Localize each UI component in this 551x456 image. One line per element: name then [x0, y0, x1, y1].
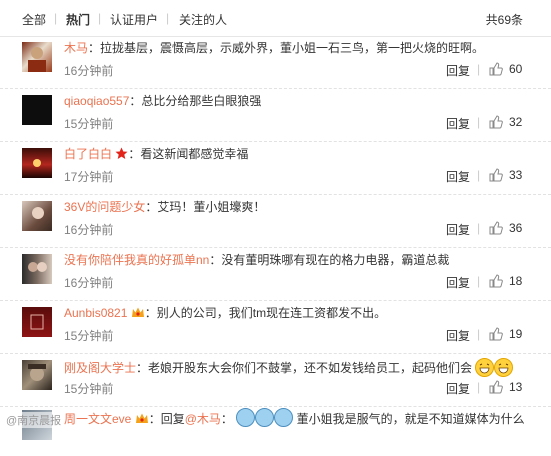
- doraemon-emoji-icon: [274, 408, 294, 427]
- like-count: 18: [509, 274, 523, 288]
- avatar[interactable]: [22, 360, 52, 390]
- vip-crown-icon: [135, 413, 148, 423]
- comment-time: 17分钟前: [64, 170, 114, 184]
- comment-item: 刚及阁大学士：老娘开股东大会你们不鼓掌，还不如发钱给员工，起码他们会 15分钟前…: [0, 354, 551, 407]
- comment-text: 没有董明珠哪有现在的格力电器，霸道总裁: [221, 253, 450, 267]
- comment-time: 16分钟前: [64, 64, 114, 78]
- reply-button[interactable]: 回复: [446, 62, 470, 79]
- watermark: @南京晨报: [6, 412, 62, 428]
- like-count: 13: [509, 380, 523, 394]
- comment-filter-tabs: 全部 | 热门 | 认证用户 | 关注的人 共69条: [0, 0, 551, 37]
- reply-button[interactable]: 回复: [446, 115, 470, 132]
- like-count: 33: [509, 168, 523, 182]
- reply-button[interactable]: 回复: [446, 168, 470, 185]
- comment-text: 看这新闻都感觉幸福: [140, 147, 249, 161]
- reply-prefix: 回复: [160, 412, 185, 426]
- thumbs-up-icon[interactable]: [489, 221, 503, 235]
- comment-text: 董小姐我是服气的，就是不知道媒体为什么: [296, 412, 525, 426]
- comment-username[interactable]: 白了白白: [64, 147, 112, 161]
- thumbs-up-icon[interactable]: [489, 380, 503, 394]
- divider: |: [477, 168, 481, 182]
- tab-separator: |: [98, 11, 102, 25]
- divider: |: [477, 274, 481, 288]
- reply-button[interactable]: 回复: [446, 274, 470, 291]
- comment-text: 别人的公司，我们tm现在连工资都发不出。: [156, 306, 387, 320]
- thumbs-up-icon[interactable]: [489, 115, 503, 129]
- avatar[interactable]: [22, 201, 52, 231]
- comment-item: qiaoqiao557：总比分给那些白眼狼强 15分钟前 回复 | 32: [0, 89, 551, 142]
- laughing-emoji-icon: [494, 358, 514, 377]
- comment-time: 15分钟前: [64, 329, 114, 343]
- comment-text: 总比分给那些白眼狼强: [141, 94, 262, 108]
- comment-username[interactable]: 木马: [64, 41, 88, 55]
- avatar[interactable]: [22, 148, 52, 178]
- comment-username[interactable]: Aunbis0821: [64, 306, 127, 320]
- comment-item: 周一文文eve ：回复@木马： 董小姐我是服气的，就是不知道媒体为什么: [0, 404, 551, 456]
- comment-total-count: 共69条: [485, 13, 523, 27]
- comment-item: 白了白白 ：看这新闻都感觉幸福 17分钟前 回复 | 33: [0, 142, 551, 195]
- avatar[interactable]: [22, 254, 52, 284]
- reply-button[interactable]: 回复: [446, 380, 470, 397]
- comment-time: 15分钟前: [64, 382, 114, 396]
- comment-username[interactable]: 没有你陪伴我真的好孤单nn: [64, 253, 209, 267]
- star-badge-icon: [115, 147, 128, 159]
- comment-item: 36V的问题少女：艾玛！董小姐壕爽！ 16分钟前 回复 | 36: [0, 195, 551, 248]
- comment-username[interactable]: qiaoqiao557: [64, 94, 129, 108]
- tab-verified-users[interactable]: 认证用户: [110, 11, 158, 28]
- comment-time: 16分钟前: [64, 276, 114, 290]
- divider: |: [477, 380, 481, 394]
- tab-separator: |: [54, 11, 58, 25]
- mention-link[interactable]: @木马: [185, 412, 221, 426]
- doraemon-emoji-icon: [255, 408, 275, 427]
- thumbs-up-icon[interactable]: [489, 168, 503, 182]
- comment-item: 木马：拉拢基层，震慑高层，示威外界，董小姐一石三鸟，第一把火烧的旺啊。 16分钟…: [0, 36, 551, 89]
- comment-text: 拉拢基层，震慑高层，示威外界，董小姐一石三鸟，第一把火烧的旺啊。: [100, 41, 485, 55]
- laughing-emoji-icon: [475, 358, 495, 377]
- comment-time: 16分钟前: [64, 223, 114, 237]
- like-count: 32: [509, 115, 523, 129]
- comment-time: 15分钟前: [64, 117, 114, 131]
- tab-separator: |: [166, 11, 170, 25]
- like-count: 36: [509, 221, 523, 235]
- comment-text: 老娘开股东大会你们不鼓掌，还不如发钱给员工，起码他们会: [148, 361, 473, 375]
- divider: |: [477, 62, 481, 76]
- tab-following[interactable]: 关注的人: [179, 11, 227, 28]
- comment-item: Aunbis0821 ：别人的公司，我们tm现在连工资都发不出。 15分钟前 回…: [0, 301, 551, 354]
- reply-button[interactable]: 回复: [446, 327, 470, 344]
- like-count: 60: [509, 62, 523, 76]
- tab-all[interactable]: 全部: [22, 11, 46, 28]
- thumbs-up-icon[interactable]: [489, 274, 503, 288]
- doraemon-emoji-icon: [236, 408, 256, 427]
- avatar[interactable]: [22, 42, 52, 72]
- divider: |: [477, 327, 481, 341]
- like-count: 19: [509, 327, 523, 341]
- comment-username[interactable]: 36V的问题少女: [64, 200, 145, 214]
- divider: |: [477, 221, 481, 235]
- divider: |: [477, 115, 481, 129]
- thumbs-up-icon[interactable]: [489, 327, 503, 341]
- thumbs-up-icon[interactable]: [489, 62, 503, 76]
- comment-username[interactable]: 周一文文eve: [64, 412, 131, 426]
- reply-button[interactable]: 回复: [446, 221, 470, 238]
- vip-crown-icon: [131, 307, 144, 317]
- comment-text: 艾玛！董小姐壕爽！: [157, 200, 266, 214]
- comment-item: 没有你陪伴我真的好孤单nn：没有董明珠哪有现在的格力电器，霸道总裁 16分钟前 …: [0, 248, 551, 301]
- avatar[interactable]: [22, 307, 52, 337]
- avatar[interactable]: [22, 95, 52, 125]
- comment-username[interactable]: 刚及阁大学士: [64, 361, 136, 375]
- tab-hot[interactable]: 热门: [66, 11, 90, 28]
